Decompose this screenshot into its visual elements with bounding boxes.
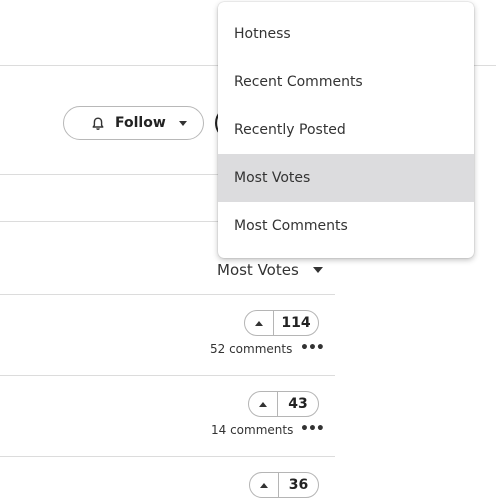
vote-control: 114	[244, 310, 319, 336]
sort-option-hotness[interactable]: Hotness	[218, 10, 474, 58]
list-divider	[0, 294, 335, 295]
sort-option-most-comments[interactable]: Most Comments	[218, 202, 474, 250]
caret-up-icon	[259, 401, 267, 407]
vote-count: 114	[281, 315, 311, 331]
follow-label: Follow	[115, 115, 166, 131]
ellipsis-icon[interactable]: •••	[300, 340, 325, 356]
bell-icon	[91, 116, 105, 130]
caret-down-icon	[312, 267, 323, 273]
sort-option-recent-comments[interactable]: Recent Comments	[218, 58, 474, 106]
list-divider	[0, 375, 335, 376]
upvote-button[interactable]	[249, 392, 278, 416]
caret-up-icon	[255, 320, 263, 326]
comments-link[interactable]: 52 comments	[210, 342, 292, 356]
ellipsis-icon[interactable]: •••	[300, 421, 325, 437]
sort-option-most-votes[interactable]: Most Votes	[218, 154, 474, 202]
caret-up-icon	[260, 482, 268, 488]
sort-option-recently-posted[interactable]: Recently Posted	[218, 106, 474, 154]
vote-control: 43	[248, 391, 319, 417]
sort-current-label: Most Votes	[217, 261, 299, 279]
list-divider	[0, 456, 335, 457]
upvote-button[interactable]	[250, 473, 279, 497]
comments-link[interactable]: 14 comments	[211, 423, 293, 437]
vote-count: 36	[288, 477, 309, 493]
vote-control: 36	[249, 472, 319, 498]
follow-button[interactable]: Follow	[63, 106, 204, 140]
sort-dropdown-menu: Hotness Recent Comments Recently Posted …	[218, 2, 474, 258]
sort-select[interactable]: Most Votes	[217, 259, 323, 281]
upvote-button[interactable]	[245, 311, 274, 335]
vote-count: 43	[288, 396, 308, 412]
caret-down-icon	[178, 120, 187, 126]
